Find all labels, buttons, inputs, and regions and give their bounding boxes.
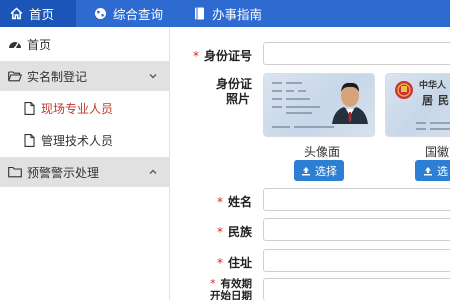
- document-icon: [22, 133, 36, 147]
- name-label: * 姓名: [216, 195, 252, 209]
- document-icon: [22, 101, 36, 115]
- address-label: * 住址: [216, 256, 252, 270]
- folder-icon: [8, 165, 22, 179]
- nav-guide[interactable]: 办事指南: [173, 0, 272, 27]
- upload-icon: [423, 166, 433, 176]
- chevron-down-icon: [148, 71, 158, 81]
- sidebar-sub2-label: 管理技术人员: [41, 133, 114, 148]
- sidebar-group-realname[interactable]: 实名制登记: [0, 61, 170, 91]
- sidebar-home-label: 首页: [27, 37, 52, 52]
- chevron-up-icon: [148, 167, 158, 177]
- valid-start-label: * 有效期 开始日期: [210, 278, 252, 300]
- nav-home[interactable]: 首页: [0, 0, 76, 27]
- nav-guide-label: 办事指南: [212, 7, 263, 22]
- select-back-button[interactable]: 选: [415, 160, 450, 181]
- id-front-photo: [263, 73, 375, 137]
- sidebar-sub1-label: 现场专业人员: [41, 101, 114, 116]
- nav-home-label: 首页: [29, 7, 55, 22]
- select-front-button[interactable]: 选择: [294, 160, 344, 181]
- upload-icon: [301, 166, 311, 176]
- name-input[interactable]: [263, 188, 450, 211]
- front-caption: 头像面: [304, 145, 341, 159]
- sidebar-group2-label: 预警警示处理: [27, 165, 100, 180]
- folder-open-icon: [8, 69, 22, 83]
- valid-start-input[interactable]: [263, 278, 450, 300]
- nav-query-label: 综合查询: [113, 7, 164, 22]
- sidebar-group1-label: 实名制登记: [27, 69, 88, 84]
- id-photo-label: 身份证 照片: [215, 77, 252, 106]
- card-back-title: 中华人: [419, 81, 447, 91]
- ethnicity-input[interactable]: [263, 218, 450, 241]
- home-icon: [10, 7, 23, 20]
- id-number-input[interactable]: [263, 42, 450, 65]
- id-back-photo: 中华人 居民: [385, 73, 450, 137]
- sidebar: 首页 实名制登记 现场专业人员 管理技术人员 预警警示处理: [0, 27, 170, 300]
- top-navbar: 首页 综合查询 办事指南: [0, 0, 450, 27]
- sidebar-group-warning[interactable]: 预警警示处理: [0, 157, 170, 187]
- globe-icon: [94, 7, 107, 20]
- sidebar-item-onsite-staff[interactable]: 现场专业人员: [0, 93, 170, 123]
- registration-form: * 身份证号 身份证 照片 中华人 居 头像面 国徽 选择 选 * 姓名 * 民…: [170, 27, 450, 300]
- dashboard-icon: [8, 37, 22, 51]
- sidebar-item-home[interactable]: 首页: [0, 31, 170, 57]
- book-icon: [193, 7, 206, 20]
- sidebar-item-tech-staff[interactable]: 管理技术人员: [0, 125, 170, 155]
- card-back-subtitle: 居民: [422, 94, 449, 107]
- back-caption: 国徽面: [425, 145, 450, 159]
- nav-query[interactable]: 综合查询: [76, 0, 173, 27]
- ethnicity-label: * 民族: [216, 225, 252, 239]
- address-input[interactable]: [263, 249, 450, 272]
- id-number-label: * 身份证号: [192, 49, 252, 63]
